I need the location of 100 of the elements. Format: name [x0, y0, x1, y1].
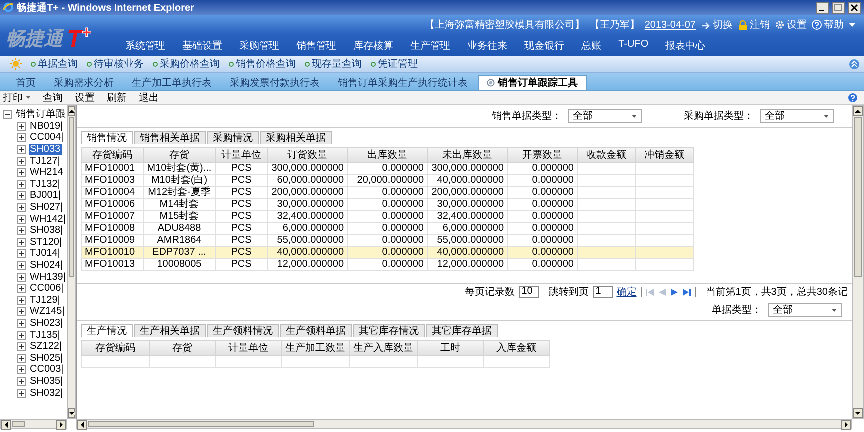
expand-icon[interactable] [17, 354, 26, 363]
tree-item[interactable]: 销售订单跟 [15, 109, 67, 120]
next-page-icon[interactable] [670, 288, 679, 296]
expand-icon[interactable] [17, 226, 26, 236]
date-link[interactable]: 2013-04-07 [644, 20, 696, 30]
expand-icon[interactable] [17, 284, 26, 294]
tab[interactable]: 销售相关单据 [134, 131, 206, 144]
tree-item[interactable]: TJ129| [29, 294, 62, 306]
expand-icon[interactable] [17, 133, 26, 142]
tree-item[interactable]: NB019| [29, 120, 64, 132]
tree-item[interactable]: TJ135| [29, 330, 62, 341]
tab[interactable]: 采购发票付款执行表 [222, 75, 328, 90]
expand-icon[interactable] [17, 365, 26, 374]
expand-icon[interactable] [17, 376, 26, 386]
expand-icon[interactable] [17, 388, 26, 398]
expand-icon[interactable] [17, 261, 26, 270]
tree-item[interactable]: TJ014| [29, 248, 62, 260]
tree-item[interactable]: SH027| [29, 202, 64, 214]
tree-item[interactable]: SH038| [29, 225, 64, 236]
toolbar-button[interactable]: 设置 [75, 90, 95, 104]
tree-item[interactable]: SH032| [29, 388, 64, 399]
tree-item[interactable]: SZ122| [29, 341, 64, 352]
quick-link[interactable]: 单据查询 [31, 57, 78, 71]
settings-button[interactable]: 设置 [775, 18, 807, 32]
expand-icon[interactable] [17, 180, 26, 189]
table-row[interactable]: MFO10008 ADU8488 PCS 6,000.000000 0.000000 6,000.000000 0.000000 [82, 222, 694, 234]
nav-menu-item[interactable]: 系统管理 [126, 39, 166, 53]
tab[interactable]: 采购相关单据 [260, 131, 332, 144]
help-button[interactable]: 帮助 [812, 18, 844, 32]
quick-link[interactable]: 现存量查询 [305, 57, 362, 71]
tree-item[interactable]: SH035| [29, 376, 64, 387]
expand-icon[interactable] [17, 296, 26, 305]
nav-menu-item[interactable]: T-UFO [618, 39, 649, 53]
expand-icon[interactable] [17, 318, 26, 328]
expand-icon[interactable] [17, 249, 26, 258]
tree-item[interactable]: WH142| [29, 214, 67, 225]
tab[interactable]: 生产领料情况 [207, 324, 279, 337]
minimize-button[interactable] [816, 2, 829, 14]
dropdown[interactable]: 全部 [768, 303, 842, 317]
expand-icon[interactable] [17, 307, 26, 316]
tree-item[interactable]: CC004| [29, 132, 65, 144]
logout-button[interactable]: 注销 [738, 18, 770, 32]
toolbar-button[interactable]: 刷新 [107, 90, 127, 104]
tree-item[interactable]: SH023| [29, 318, 64, 329]
toolbar-button[interactable]: 打印 [3, 90, 31, 104]
last-page-icon[interactable] [682, 288, 691, 296]
tab[interactable]: 生产相关单据 [134, 324, 206, 337]
tree-item[interactable]: TJ127| [29, 156, 62, 167]
table-row[interactable]: MFO10003 M10封套(白) PCS 60,000.000000 20,000.000000 40,000.000000 0.000000 [82, 174, 694, 186]
tab[interactable]: 生产情况 [81, 324, 133, 337]
maximize-button[interactable] [832, 2, 845, 14]
expand-icon[interactable] [17, 342, 26, 352]
page-size-field[interactable]: 10 [518, 286, 539, 298]
tab[interactable]: 采购情况 [207, 131, 259, 144]
tab[interactable]: 生产领料单据 [280, 324, 352, 337]
caret-icon[interactable] [849, 22, 856, 28]
expand-icon[interactable] [17, 214, 26, 224]
tree-item[interactable]: WH214 [29, 167, 64, 178]
tab[interactable]: 销售情况 [81, 131, 133, 144]
nav-menu-item[interactable]: 总账 [582, 39, 602, 53]
goto-page-field[interactable]: 1 [592, 286, 613, 298]
table-row[interactable]: MFO10013 10008005 PCS 12,000.000000 0.000000 12,000.000000 0.000000 [82, 258, 694, 270]
expand-icon[interactable] [17, 122, 26, 131]
tree-item[interactable]: SH025| [29, 352, 64, 364]
tab[interactable]: 采购需求分析 [46, 75, 122, 90]
scrollbar[interactable] [0, 419, 67, 429]
help-icon[interactable] [848, 92, 858, 102]
tree-item[interactable]: SH033 [29, 144, 62, 156]
quick-link[interactable]: 销售价格查询 [229, 57, 296, 71]
nav-menu-item[interactable]: 业务往来 [468, 39, 508, 53]
tree-item[interactable]: CC003| [29, 364, 65, 376]
expand-icon[interactable] [17, 191, 26, 200]
tab[interactable]: 首页 [8, 75, 44, 90]
expand-icon[interactable] [17, 156, 26, 166]
tree-item[interactable]: SH024| [29, 260, 64, 272]
toolbar-button[interactable]: 退出 [139, 90, 159, 104]
table-row[interactable]: MFO10006 M14封套 PCS 30,000.000000 0.000000 30,000.000000 0.000000 [82, 198, 694, 210]
tab[interactable]: 销售订单跟踪工具 [478, 75, 587, 90]
nav-menu-item[interactable]: 采购管理 [240, 39, 280, 53]
nav-menu-item[interactable]: 生产管理 [410, 39, 451, 53]
expand-icon[interactable] [17, 203, 26, 212]
nav-menu-item[interactable]: 现金银行 [524, 39, 565, 53]
nav-menu-item[interactable]: 库存核算 [354, 39, 394, 53]
toolbar-button[interactable]: 查询 [43, 90, 63, 104]
tree-item[interactable]: WH139| [29, 272, 67, 283]
dropdown[interactable]: 全部 [568, 109, 642, 123]
nav-menu-item[interactable]: 基础设置 [182, 39, 223, 53]
quick-link[interactable]: 凭证管理 [371, 57, 418, 71]
expand-icon[interactable] [17, 238, 26, 247]
tree-item[interactable]: ST120| [29, 236, 64, 248]
tab[interactable]: 生产加工单执行表 [124, 75, 220, 90]
nav-menu-item[interactable]: 销售管理 [296, 39, 337, 53]
scrollbar[interactable] [76, 419, 852, 429]
table-row[interactable]: MFO10004 M12封套-夏季 PCS 200,000.000000 0.000000 200,000.000000 0.000000 [82, 186, 694, 198]
close-button[interactable] [848, 2, 861, 14]
tab[interactable]: 其它库存单据 [426, 324, 498, 337]
tree-item[interactable]: TJ132| [29, 178, 62, 190]
quick-link[interactable]: 采购价格查询 [153, 57, 220, 71]
tab[interactable]: 销售订单采购生产执行统计表 [330, 75, 476, 90]
expand-icon[interactable] [17, 330, 26, 340]
